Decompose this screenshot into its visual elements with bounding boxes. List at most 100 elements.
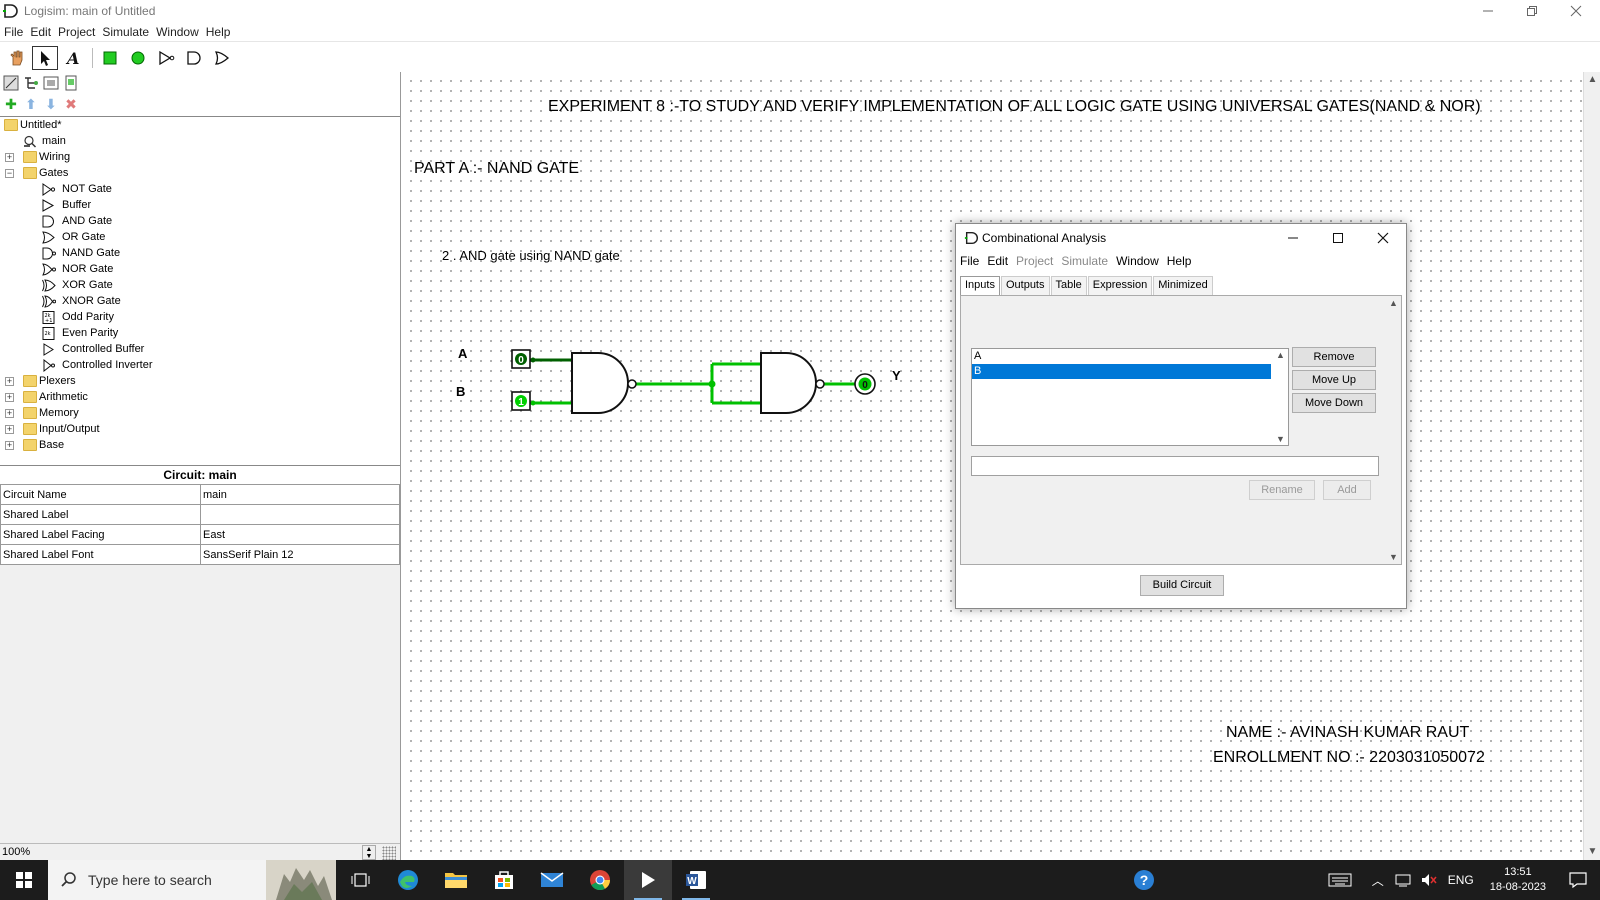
- expand-plus-icon[interactable]: +: [5, 392, 14, 402]
- tab-expression[interactable]: Expression: [1087, 276, 1153, 295]
- dialog-maximize-button[interactable]: [1315, 224, 1360, 252]
- show-hidden-icons-chevron-icon[interactable]: ︿: [1372, 872, 1384, 889]
- rename-button[interactable]: Rename: [1249, 480, 1315, 500]
- move-circuit-down-button[interactable]: ⬇: [42, 95, 60, 113]
- tree-folder-plexers[interactable]: + Plexers: [0, 373, 400, 389]
- tree-folder-wiring[interactable]: + Wiring: [0, 149, 400, 165]
- tree-item-even-parity[interactable]: 2k Even Parity: [0, 325, 400, 341]
- tree-folder-gates[interactable]: − Gates: [0, 165, 400, 181]
- scroll-up-arrow-icon[interactable]: ▲: [1584, 72, 1600, 88]
- dialog-menu-help[interactable]: Help: [1167, 254, 1192, 268]
- panel-vertical-scrollbar[interactable]: ▲ ▼: [1386, 296, 1401, 564]
- input-pin-b[interactable]: 1: [511, 391, 531, 411]
- zoom-level[interactable]: 100%: [2, 846, 30, 858]
- remove-circuit-button[interactable]: ✖: [62, 95, 80, 113]
- network-icon[interactable]: [1394, 872, 1412, 888]
- keyboard-icon[interactable]: [1328, 872, 1352, 888]
- tree-item-xor-gate[interactable]: XOR Gate: [0, 277, 400, 293]
- zoom-spinner[interactable]: ▲ ▼: [362, 845, 376, 860]
- chrome-taskbar-app[interactable]: [576, 860, 624, 900]
- tree-folder-arithmetic[interactable]: + Arithmetic: [0, 389, 400, 405]
- text-tool-button[interactable]: A: [60, 46, 86, 70]
- explorer-simulation-button[interactable]: [22, 74, 40, 92]
- move-up-button[interactable]: Move Up: [1292, 370, 1376, 390]
- tree-folder-memory[interactable]: + Memory: [0, 405, 400, 421]
- notification-center-button[interactable]: [1556, 860, 1600, 900]
- add-button[interactable]: Add: [1323, 480, 1371, 500]
- scroll-down-arrow-icon[interactable]: ▼: [1584, 844, 1600, 860]
- tree-folder-base[interactable]: + Base: [0, 437, 400, 453]
- tree-folder-input-output[interactable]: + Input/Output: [0, 421, 400, 437]
- tree-item-odd-parity[interactable]: 2k +1 Odd Parity: [0, 309, 400, 325]
- dialog-close-button[interactable]: [1360, 224, 1405, 252]
- tree-item-main[interactable]: main: [0, 133, 400, 149]
- tree-item-controlled-buffer[interactable]: Controlled Buffer: [0, 341, 400, 357]
- grid-toggle-icon[interactable]: [382, 846, 396, 860]
- menu-project[interactable]: Project: [58, 25, 95, 39]
- input-variable-list[interactable]: A B ▲ ▼: [971, 348, 1289, 446]
- property-value-label-font[interactable]: SansSerif Plain 12: [200, 544, 400, 565]
- input-pin-a[interactable]: 0: [511, 349, 531, 369]
- variable-item[interactable]: A: [972, 349, 1288, 364]
- tab-minimized[interactable]: Minimized: [1153, 276, 1213, 295]
- logisim-taskbar-app[interactable]: [624, 860, 672, 900]
- menu-help[interactable]: Help: [206, 25, 231, 39]
- word-taskbar-app[interactable]: W: [672, 860, 720, 900]
- output-pin-tool-button[interactable]: [125, 46, 151, 70]
- scroll-up-arrow-icon[interactable]: ▲: [1273, 350, 1288, 360]
- tree-item-buffer[interactable]: Buffer: [0, 197, 400, 213]
- dialog-menu-file[interactable]: File: [960, 254, 979, 268]
- taskbar-search-box[interactable]: Type here to search: [48, 860, 336, 900]
- expand-plus-icon[interactable]: +: [5, 152, 14, 162]
- expand-plus-icon[interactable]: +: [5, 424, 14, 434]
- scroll-down-arrow-icon[interactable]: ▼: [1273, 434, 1288, 444]
- expand-plus-icon[interactable]: +: [5, 440, 14, 450]
- explorer-layout-button[interactable]: [42, 74, 60, 92]
- task-view-button[interactable]: [336, 860, 384, 900]
- nand-gate-1[interactable]: [571, 352, 637, 414]
- property-value-circuit-name[interactable]: main: [200, 484, 400, 505]
- dialog-menu-window[interactable]: Window: [1116, 254, 1159, 268]
- poke-tool-button[interactable]: [4, 46, 30, 70]
- expand-plus-icon[interactable]: +: [5, 376, 14, 386]
- dialog-menu-simulate[interactable]: Simulate: [1061, 254, 1108, 268]
- or-gate-tool-button[interactable]: [209, 46, 235, 70]
- variable-name-field[interactable]: [971, 456, 1379, 476]
- expand-plus-icon[interactable]: +: [5, 408, 14, 418]
- build-circuit-button[interactable]: Build Circuit: [1140, 575, 1224, 596]
- file-explorer-taskbar-app[interactable]: [432, 860, 480, 900]
- tree-item-nand-gate[interactable]: NAND Gate: [0, 245, 400, 261]
- tab-outputs[interactable]: Outputs: [1000, 276, 1050, 295]
- canvas-vertical-scrollbar[interactable]: ▲ ▼: [1583, 72, 1600, 860]
- mail-taskbar-app[interactable]: [528, 860, 576, 900]
- edge-taskbar-app[interactable]: [384, 860, 432, 900]
- output-pin-y[interactable]: 0: [854, 373, 876, 395]
- minimize-button[interactable]: [1466, 0, 1510, 22]
- start-button[interactable]: [0, 860, 48, 900]
- volume-muted-icon[interactable]: [1420, 872, 1438, 888]
- property-value-label-facing[interactable]: East: [200, 524, 400, 545]
- remove-button[interactable]: Remove: [1292, 347, 1376, 367]
- restore-button[interactable]: [1510, 0, 1554, 22]
- select-tool-button[interactable]: [32, 46, 58, 70]
- store-taskbar-app[interactable]: [480, 860, 528, 900]
- dialog-minimize-button[interactable]: [1270, 224, 1315, 252]
- nand-gate-2[interactable]: [760, 352, 825, 414]
- move-down-button[interactable]: Move Down: [1292, 393, 1376, 413]
- tree-item-xnor-gate[interactable]: XNOR Gate: [0, 293, 400, 309]
- explorer-toolbox-button[interactable]: [2, 74, 20, 92]
- tree-item-and-gate[interactable]: AND Gate: [0, 213, 400, 229]
- explorer-appearance-button[interactable]: [62, 74, 80, 92]
- tree-item-not-gate[interactable]: NOT Gate: [0, 181, 400, 197]
- taskbar-clock[interactable]: 13:51 18-08-2023: [1490, 865, 1546, 895]
- menu-file[interactable]: File: [4, 25, 23, 39]
- variable-list-scrollbar[interactable]: ▲ ▼: [1273, 349, 1288, 445]
- property-value-shared-label[interactable]: [200, 504, 400, 525]
- scroll-down-arrow-icon[interactable]: ▼: [1386, 552, 1401, 562]
- variable-item-selected[interactable]: B: [972, 364, 1271, 379]
- help-tray-button[interactable]: ?: [1124, 860, 1164, 900]
- tab-table[interactable]: Table: [1050, 276, 1087, 295]
- tree-item-nor-gate[interactable]: NOR Gate: [0, 261, 400, 277]
- and-gate-tool-button[interactable]: [181, 46, 207, 70]
- scroll-up-arrow-icon[interactable]: ▲: [1386, 298, 1401, 308]
